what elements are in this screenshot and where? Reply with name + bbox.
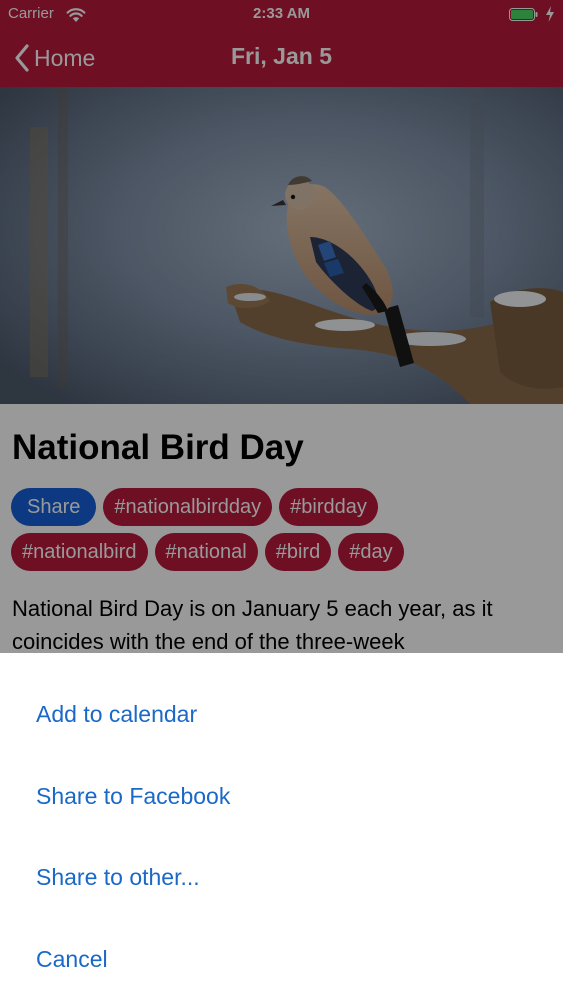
- share-to-other-option[interactable]: Share to other...: [36, 864, 200, 891]
- cancel-option[interactable]: Cancel: [36, 946, 108, 973]
- share-to-facebook-option[interactable]: Share to Facebook: [36, 783, 230, 810]
- action-sheet: Add to calendar Share to Facebook Share …: [0, 653, 563, 1000]
- add-to-calendar-option[interactable]: Add to calendar: [36, 701, 197, 728]
- event-detail-screen: Carrier 2:33 AM Home Fri, Jan 5 National…: [0, 0, 563, 1000]
